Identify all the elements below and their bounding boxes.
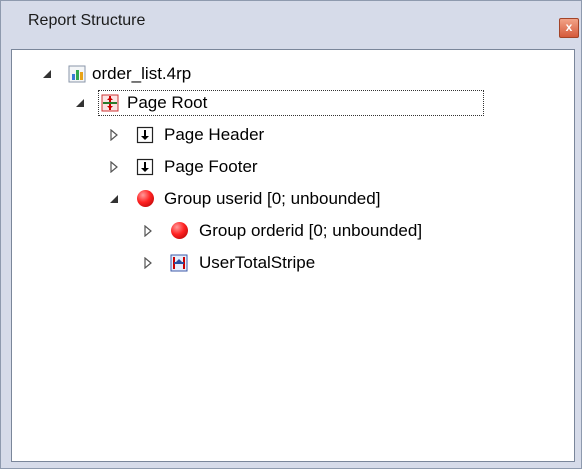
tree-node-group-orderid[interactable]: Group orderid [0; unbounded]: [12, 217, 512, 245]
stripe-icon: [170, 254, 188, 272]
expanded-triangle-icon[interactable]: [74, 97, 86, 109]
stripe-arrow-icon: [136, 126, 154, 144]
tree-node-user-total-stripe[interactable]: UserTotalStripe: [12, 249, 372, 277]
tree-panel: order_list.4rp Page Root Page Header Pag…: [11, 49, 575, 462]
tree-node-label: Page Header: [164, 125, 265, 144]
tree-node-page-root[interactable]: Page Root: [12, 89, 492, 117]
tree-node-report[interactable]: order_list.4rp: [12, 60, 312, 88]
report-file-icon: [68, 65, 86, 83]
collapsed-triangle-icon[interactable]: [142, 257, 154, 269]
expanded-triangle-icon[interactable]: [108, 193, 120, 205]
window-title: Report Structure: [28, 12, 146, 29]
tree-node-label: Page Root: [127, 93, 208, 112]
tree-node-label: Group userid [0; unbounded]: [164, 189, 381, 208]
collapsed-triangle-icon[interactable]: [142, 225, 154, 237]
tree-node-page-header[interactable]: Page Header: [12, 121, 342, 149]
group-ball-icon: [171, 222, 188, 239]
report-structure-window: Report Structure x order_list.4rp Page R…: [0, 0, 582, 469]
close-button[interactable]: x: [559, 18, 579, 38]
close-icon: x: [565, 20, 573, 34]
collapsed-triangle-icon[interactable]: [108, 129, 120, 141]
tree-node-label: UserTotalStripe: [199, 253, 316, 272]
stripe-arrow-icon: [136, 158, 154, 176]
page-root-icon: [101, 94, 119, 112]
collapsed-triangle-icon[interactable]: [108, 161, 120, 173]
tree-node-page-footer[interactable]: Page Footer: [12, 153, 342, 181]
tree-node-label: order_list.4rp: [92, 64, 192, 83]
tree-node-label: Page Footer: [164, 157, 258, 176]
group-ball-icon: [137, 190, 154, 207]
tree-node-label: Group orderid [0; unbounded]: [199, 221, 423, 240]
expanded-triangle-icon[interactable]: [41, 68, 53, 80]
title-bar: Report Structure x: [1, 1, 581, 45]
tree-node-group-userid[interactable]: Group userid [0; unbounded]: [12, 185, 472, 213]
